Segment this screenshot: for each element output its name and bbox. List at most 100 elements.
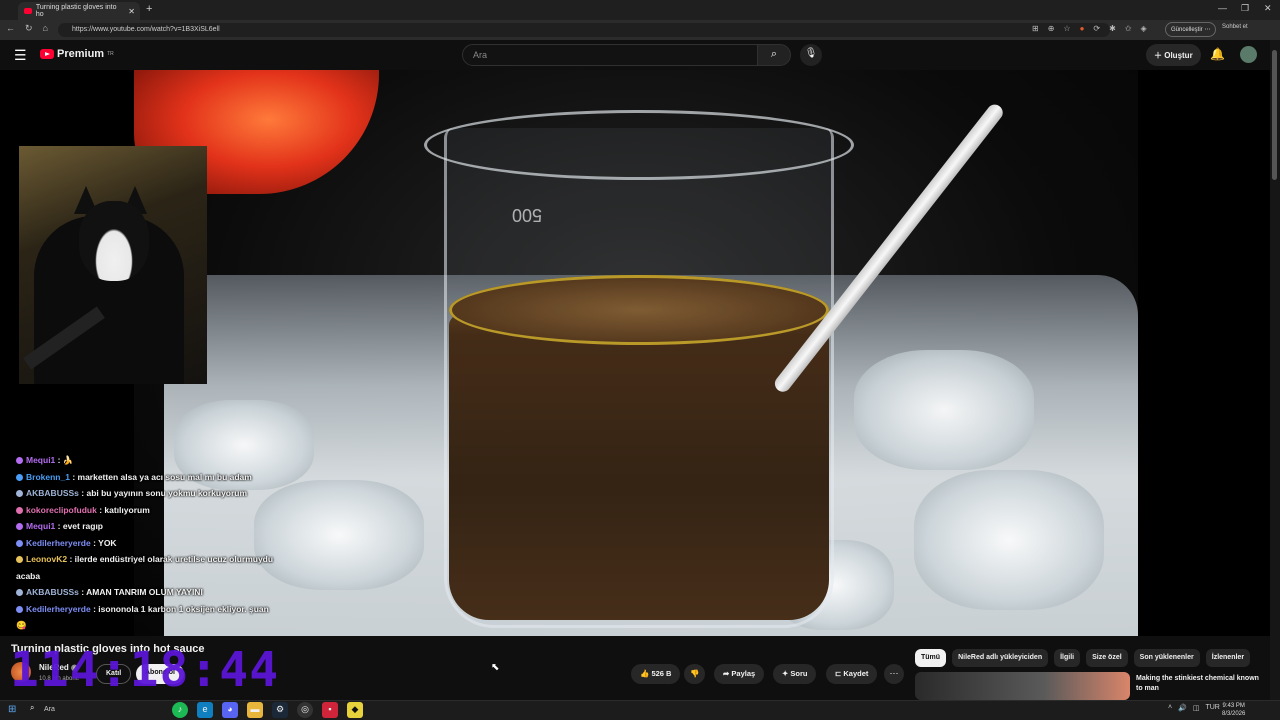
taskbar-apps: ♪ e ◕ ▬ ⚙ ◎ ▪ ◆	[172, 702, 363, 718]
update-label: Güncelleştir	[1171, 27, 1203, 33]
taskbar-clock[interactable]: 9:43 PM 8/3/2026	[1222, 702, 1245, 718]
chat-username: Mequi1	[26, 521, 56, 531]
extension-icon[interactable]: ●	[1080, 24, 1085, 33]
back-icon[interactable]: ←	[6, 23, 15, 34]
close-window-button[interactable]: ✕	[1264, 3, 1272, 14]
file-explorer-icon[interactable]: ▬	[247, 702, 263, 718]
spotify-icon[interactable]: ♪	[172, 702, 188, 718]
home-icon[interactable]: ⌂	[43, 23, 48, 34]
recommendation-thumbnail[interactable]	[915, 672, 1130, 700]
like-count: 526 B	[651, 669, 672, 678]
reload-icon[interactable]: ↻	[25, 23, 33, 34]
search-input[interactable]: Ara	[462, 44, 758, 66]
more-icon: ⋯	[1204, 27, 1211, 33]
filter-chip[interactable]: Son yüklenenler	[1133, 649, 1200, 667]
plus-icon: ＋	[1154, 51, 1162, 60]
hamburger-menu-icon[interactable]: ☰	[14, 47, 27, 64]
chat-message: LeonovK2 : ilerde endüstriyel olarak ure…	[16, 551, 276, 584]
translate-icon[interactable]: ⊞	[1032, 24, 1039, 33]
chat-message: kokoreclipofuduk : katılıyorum	[16, 502, 276, 519]
update-button[interactable]: Güncelleştir ⋯	[1165, 22, 1217, 37]
microphone-icon[interactable]: 🎙	[800, 44, 822, 66]
chat-username: Mequi1	[26, 455, 56, 465]
youtube-favicon-icon	[24, 8, 32, 14]
shield-icon[interactable]: ◈	[1141, 24, 1147, 33]
dislike-button[interactable]: 👎	[684, 664, 706, 684]
like-button[interactable]: 👍 526 B	[631, 664, 681, 684]
puzzle-icon[interactable]: ✱	[1109, 24, 1116, 33]
chat-message: Kedilerheryerde : YOK	[16, 535, 276, 552]
chat-username: AKBABUSSs	[26, 587, 79, 597]
chat-username: AKBABUSSs	[26, 488, 79, 498]
minimize-button[interactable]: —	[1218, 3, 1227, 13]
volume-icon[interactable]: 🔊	[1178, 704, 1187, 712]
tab-title: Turning plastic gloves into ho	[35, 4, 117, 18]
chevron-up-icon[interactable]: ˄	[1168, 704, 1172, 712]
restore-button[interactable]: ❐	[1241, 3, 1249, 14]
more-actions-icon[interactable]: ⋯	[884, 664, 904, 684]
address-bar[interactable]: https://www.youtube.com/watch?v=1B3XiSL6…	[58, 23, 1110, 37]
filter-chip[interactable]: NileRed adlı yükleyiciden	[952, 649, 1049, 667]
clock-time: 9:43 PM	[1222, 703, 1245, 709]
scrollbar-thumb[interactable]	[1272, 50, 1277, 180]
tab-close-icon[interactable]: ✕	[128, 7, 135, 16]
chat-message: Mequi1 : 🍌	[16, 452, 276, 469]
new-tab-button[interactable]: +	[146, 3, 152, 15]
discord-icon[interactable]: ◕	[222, 702, 238, 718]
webcam-overlay	[19, 146, 207, 384]
chat-badge-icon	[16, 589, 23, 596]
account-avatar[interactable]	[1240, 46, 1257, 63]
zoom-icon[interactable]: ⊕	[1048, 24, 1055, 33]
filter-chip[interactable]: İlgili	[1054, 649, 1081, 667]
chat-username: kokoreclipofuduk	[26, 504, 97, 515]
copilot-chat-button[interactable]: Sohbet et	[1222, 24, 1248, 30]
chat-message: AKBABUSSs : abi bu yayının sonu yokmu ko…	[16, 485, 276, 502]
extensions-area: ⊞ ⊕ ☆ ● ⟳ ✱ ✩ ◈	[1032, 24, 1147, 33]
share-button[interactable]: ➦ Paylaş	[714, 664, 765, 684]
recommendation-title[interactable]: Making the stinkiest chemical known to m…	[1136, 674, 1261, 694]
save-label: Kaydet	[843, 669, 869, 678]
ask-button[interactable]: ✦ Soru	[773, 664, 817, 684]
network-icon[interactable]: ◫	[1193, 704, 1200, 712]
logo-text: Premium	[57, 48, 105, 60]
stream-chat-overlay: Mequi1 : 🍌 Brokenn_1 : marketten alsa ya …	[16, 452, 276, 634]
chat-text: : marketten alsa ya acı sosu mal mı bu a…	[72, 471, 252, 482]
chat-text: : evet ragıp	[57, 521, 104, 531]
windows-start-icon[interactable]: ⊞	[8, 704, 16, 715]
yellow-app-icon[interactable]: ◆	[347, 702, 363, 718]
chat-badge-icon	[16, 506, 23, 514]
obs-icon[interactable]: ◎	[297, 702, 313, 718]
chat-username: Kedilerheryerde	[26, 537, 91, 548]
beaker-rim	[424, 110, 854, 180]
chat-text: : AMAN TANRIM OLUM YAYINI	[81, 587, 203, 597]
chat-badge-icon	[16, 539, 23, 547]
edge-icon[interactable]: e	[197, 702, 213, 718]
save-button[interactable]: ⊏ Kaydet	[826, 664, 878, 684]
steam-icon[interactable]: ⚙	[272, 702, 288, 718]
favorites-icon[interactable]: ✩	[1125, 24, 1132, 33]
filter-chip[interactable]: İzlenenler	[1205, 649, 1251, 667]
chat-username: LeonovK2	[26, 554, 68, 564]
chat-badge-icon	[16, 556, 23, 563]
filter-chip[interactable]: Tümü	[915, 649, 947, 667]
ice-cube	[254, 480, 424, 590]
chat-badge-icon	[16, 490, 23, 497]
filter-chip[interactable]: Size özel	[1086, 649, 1128, 667]
search-icon[interactable]: ⌕	[757, 44, 791, 66]
share-label: Paylaş	[731, 669, 756, 678]
create-button[interactable]: ＋ Oluştur	[1146, 44, 1201, 66]
youtube-logo[interactable]: Premium TR	[40, 48, 114, 60]
sync-icon[interactable]: ⟳	[1093, 24, 1100, 33]
create-label: Oluştur	[1164, 51, 1193, 60]
stream-timer-overlay: 114:18:44	[10, 642, 280, 698]
language-indicator[interactable]: TUR	[1205, 704, 1219, 712]
system-tray: ˄ 🔊 ◫ TUR	[1168, 704, 1220, 712]
chat-text: : katılıyorum	[99, 504, 150, 515]
notifications-bell-icon[interactable]: 🔔	[1210, 47, 1225, 61]
taskbar-search-input[interactable]: Ara	[24, 702, 164, 718]
mouse-cursor-icon: ⬉	[491, 662, 500, 673]
browser-tab[interactable]: Turning plastic gloves into ho ✕	[18, 2, 140, 20]
red-app-icon[interactable]: ▪	[322, 702, 338, 718]
youtube-play-icon	[40, 49, 54, 59]
star-icon[interactable]: ☆	[1063, 24, 1070, 33]
